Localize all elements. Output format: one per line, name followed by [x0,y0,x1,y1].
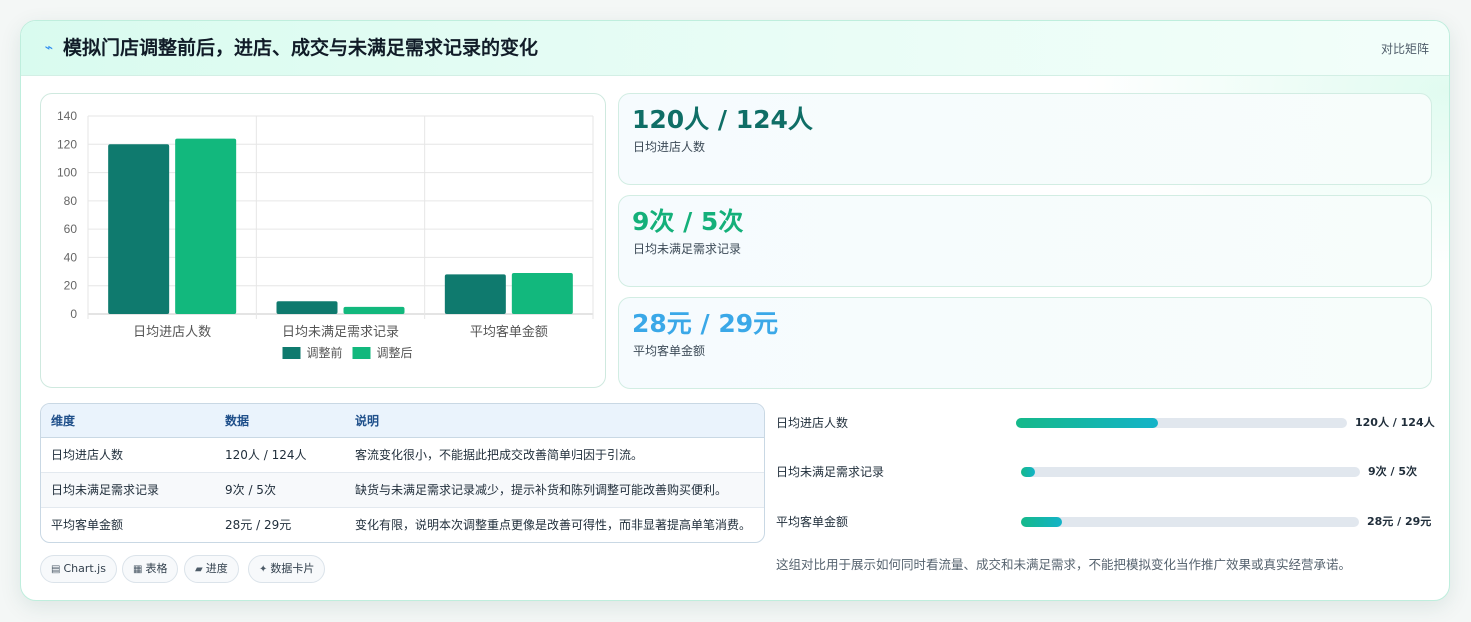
table-row: 日均未满足需求记录 9次 / 5次 缺货与未满足需求记录减少，提示补货和陈列调整… [41,472,764,508]
bar [343,306,405,314]
bar-chart-card: 0 20 40 60 80 100 120 140 日均进店人数 日均未满足需求记录 平均客单金额调… [40,93,606,388]
panel-title: 模拟门店调整前后，进店、成交与未满足需求记录的变化 [63,37,539,59]
bar [444,274,506,314]
progress-fill [1016,418,1159,428]
progress-track [1021,467,1360,477]
chip-label: 数据卡片 [270,562,315,575]
progress-row-unmet-demand: 日均未满足需求记录 9次 / 5次 [776,462,1436,482]
column-header: 维度 [41,404,215,438]
x-tick-label: 日均未满足需求记录 [282,325,399,340]
stat-card-avg-order: 28元 / 29元 平均客单金额 [618,297,1432,389]
chip-data-cards[interactable]: ✦ 数据卡片 [248,555,326,583]
legend-label: 调整后 [377,345,413,360]
bar [276,301,338,314]
disclaimer-note: 这组对比用于展示如何同时看流量、成交和未满足需求，不能把模拟变化当作推广效果或真… [776,557,1352,572]
table-cell: 变化有限，说明本次调整重点更像是改善可得性，而非显著提高单笔消费。 [355,518,752,533]
sparkle-icon: ✦ [259,564,268,575]
y-tick-label: 80 [64,194,78,208]
progress-row-avg-order: 平均客单金额 28元 / 29元 [776,512,1436,532]
comparison-panel: ⌁ 模拟门店调整前后，进店、成交与未满足需求记录的变化 对比矩阵 0 20 40 60… [20,20,1450,601]
legend-swatch [352,347,371,359]
table-row: 日均进店人数 120人 / 124人 客流变化很小，不能据此把成交改善简单归因于… [41,437,764,473]
stat-value: 9次 / 5次 [632,207,744,236]
x-tick-label: 日均进店人数 [133,325,211,340]
progress-row-visitors: 日均进店人数 120人 / 124人 [776,413,1436,433]
stat-value: 28元 / 29元 [632,309,779,338]
stat-label: 平均客单金额 [633,344,706,358]
y-tick-label: 60 [64,222,78,236]
table-cell: 缺货与未满足需求记录减少，提示补货和陈列调整可能改善购买便利。 [345,472,764,508]
progress-value: 28元 / 29元 [1367,515,1432,528]
progress-label: 日均未满足需求记录 [776,465,885,479]
progress-value: 120人 / 124人 [1355,416,1435,429]
table-cell: 日均进店人数 [41,437,215,473]
table-icon: ▦ [133,564,143,575]
view-mode-tag: 对比矩阵 [1380,42,1429,56]
progress-fill [1021,517,1062,527]
chip-progress[interactable]: ▰ 进度 [184,555,239,583]
table-cell: 日均未满足需求记录 [41,472,215,508]
legend-label: 调整前 [307,345,343,360]
chip-label: Chart.js [63,562,106,575]
lightning-icon: ⌁ [44,40,54,56]
table-cell: 9次 / 5次 [215,472,345,508]
stat-card-visitors: 120人 / 124人 日均进店人数 [618,93,1432,185]
y-tick-label: 140 [57,109,77,123]
stat-label: 日均未满足需求记录 [633,242,742,256]
chip-table[interactable]: ▦ 表格 [122,555,179,583]
stat-label: 日均进店人数 [633,140,706,154]
table-cell: 28元 / 29元 [225,518,292,533]
progress-label: 平均客单金额 [776,515,849,529]
bar [511,272,573,314]
comparison-table-card: 维度 数据 说明 日均进店人数 120人 / 124人 客流变化很小，不能据此把… [40,403,765,543]
table-cell: 平均客单金额 [51,518,124,533]
progress-icon: ▰ [195,564,203,575]
legend-swatch [282,347,301,359]
panel-header: ⌁ 模拟门店调整前后，进店、成交与未满足需求记录的变化 对比矩阵 [21,21,1449,76]
table-cell: 120人 / 124人 [215,437,345,473]
progress-value: 9次 / 5次 [1368,465,1417,478]
comparison-table: 维度 数据 说明 日均进店人数 120人 / 124人 客流变化很小，不能据此把… [41,404,764,542]
column-header: 说明 [345,404,764,438]
x-tick-label: 平均客单金额 [470,324,548,340]
progress-track [1021,517,1359,527]
table-header-row: 维度 数据 说明 [41,404,764,438]
bar [108,144,170,314]
progress-label: 日均进店人数 [776,416,849,430]
bar [175,138,237,314]
chip-label: 表格 [145,562,168,575]
stat-card-unmet-demand: 9次 / 5次 日均未满足需求记录 [618,195,1432,287]
y-tick-label: 20 [64,279,78,293]
y-tick-label: 0 [70,307,77,321]
progress-fill [1021,467,1035,477]
chart-icon: ▤ [51,564,61,575]
chip-label: 进度 [205,562,228,575]
progress-track [1016,418,1347,428]
column-header: 数据 [215,404,345,438]
y-tick-label: 40 [64,250,78,264]
chip-chartjs[interactable]: ▤ Chart.js [40,555,117,583]
table-row: 平均客单金额 28元 / 29元 变化有限，说明本次调整重点更像是改善可得性，而… [41,507,764,542]
stat-value: 120人 / 124人 [632,105,813,134]
y-tick-label: 100 [57,166,77,180]
y-tick-label: 120 [57,137,77,151]
table-cell: 客流变化很小，不能据此把成交改善简单归因于引流。 [345,437,764,473]
bar-chart: 0 20 40 60 80 100 120 140 日均进店人数 日均未满足需求记录 平均客单金额调… [57,109,594,360]
